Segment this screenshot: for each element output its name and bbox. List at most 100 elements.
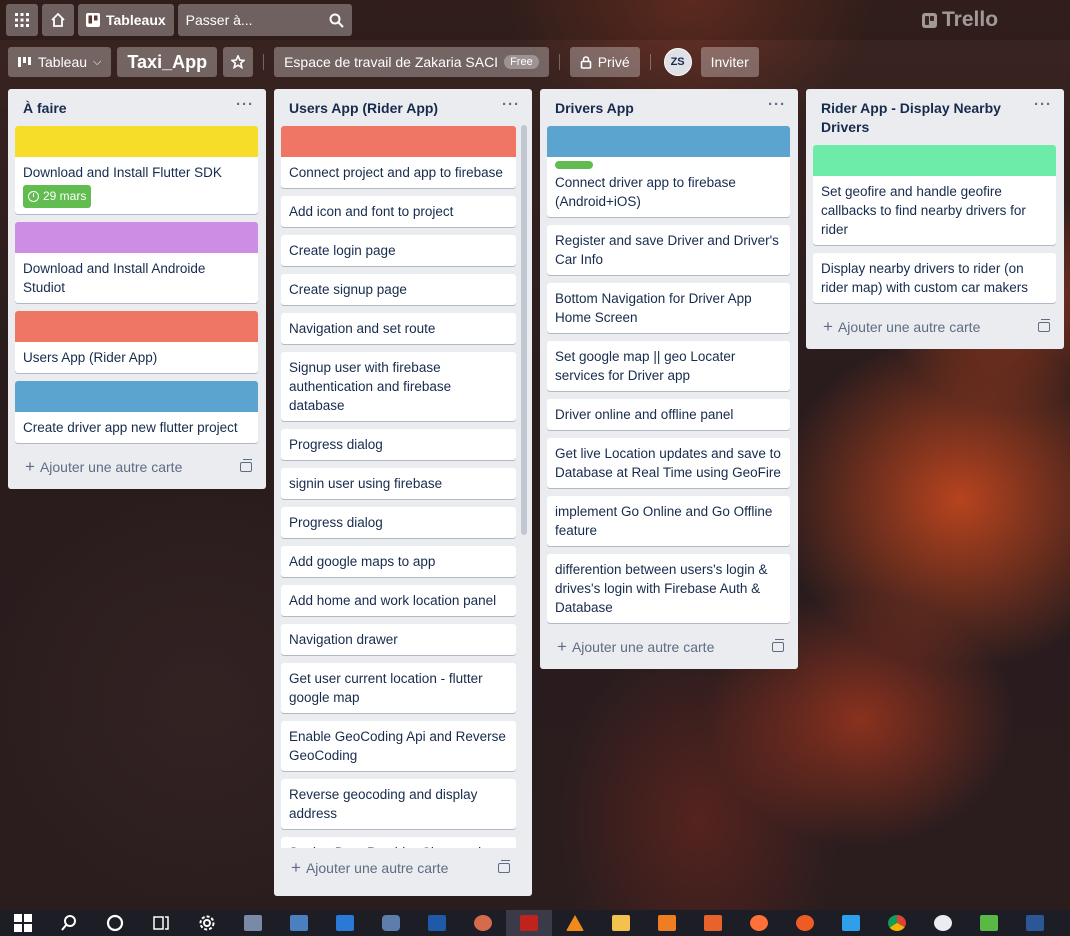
invite-button[interactable]: Inviter (700, 47, 759, 77)
vlc-icon[interactable] (552, 910, 598, 936)
boards-button[interactable]: Tableaux (78, 4, 174, 36)
powershell-icon[interactable] (414, 910, 460, 936)
card[interactable]: Get live Location updates and save to Da… (547, 438, 790, 488)
search-input[interactable]: Passer à... (177, 4, 352, 36)
trello-logo[interactable]: Trello (922, 8, 998, 32)
card[interactable]: Bottom Navigation for Driver App Home Sc… (547, 283, 790, 333)
photos-icon[interactable] (230, 910, 276, 936)
card[interactable]: Get user current location - flutter goog… (281, 663, 516, 713)
add-card-button[interactable]: + Ajouter une autre carte (15, 451, 258, 481)
card-title: signin user using firebase (289, 476, 443, 491)
workspace-label: Espace de travail de Zakaria SACI (284, 54, 499, 70)
camera-icon[interactable] (368, 910, 414, 936)
xampp-icon[interactable] (690, 910, 736, 936)
add-card-label: Ajouter une autre carte (305, 860, 449, 876)
member-avatar[interactable]: ZS (663, 48, 692, 76)
card[interactable]: Driver online and offline panel (547, 399, 790, 430)
list-scrollbar-thumb[interactable] (521, 125, 527, 535)
card[interactable]: Create login page (281, 235, 516, 266)
card[interactable]: implement Go Online and Go Offline featu… (547, 496, 790, 546)
add-card-button[interactable]: + Ajouter une autre carte (813, 311, 1056, 341)
card[interactable]: Signup user with firebase authentication… (281, 352, 516, 421)
paint-icon[interactable] (460, 910, 506, 936)
card[interactable]: Navigation and set route (281, 313, 516, 344)
more-options-icon[interactable]: ··· (1034, 95, 1052, 114)
card[interactable]: Add home and work location panel (281, 585, 516, 616)
apps-grid-button[interactable] (6, 4, 38, 36)
card[interactable]: Download and Install Androide Studiot (15, 222, 258, 303)
file-explorer-icon[interactable] (598, 910, 644, 936)
home-button[interactable] (42, 4, 74, 36)
list-header[interactable]: À faire ··· (15, 89, 258, 126)
add-card-button[interactable]: + Ajouter une autre carte (547, 631, 790, 661)
more-options-icon[interactable]: ··· (236, 95, 254, 114)
settings-gear-icon[interactable] (184, 910, 230, 936)
list-header[interactable]: Rider App - Display Nearby Drivers ··· (813, 89, 1056, 145)
task-view-icon[interactable] (138, 910, 184, 936)
network-icon[interactable] (276, 910, 322, 936)
cortana-icon[interactable] (92, 910, 138, 936)
sublime-text-icon[interactable] (644, 910, 690, 936)
card[interactable]: Download and Install Flutter SDK 29 mars (15, 126, 258, 214)
card[interactable]: Add google maps to app (281, 546, 516, 577)
word-icon[interactable] (1012, 910, 1058, 936)
card[interactable]: Enable GeoCoding Api and Reverse GeoCodi… (281, 721, 516, 771)
card[interactable]: differention between users's login & dri… (547, 554, 790, 623)
star-button[interactable] (223, 47, 254, 77)
card-title: Navigation and set route (289, 321, 436, 336)
board-view-switcher[interactable]: Tableau ⌵ (8, 47, 112, 77)
more-options-icon[interactable]: ··· (768, 95, 786, 114)
create-from-template-icon[interactable] (772, 639, 784, 652)
list-title[interactable]: À faire (23, 99, 67, 118)
list-title[interactable]: Drivers App (555, 99, 634, 118)
due-date-badge[interactable]: 29 mars (23, 185, 92, 208)
card[interactable]: Setting Data Provider Class and save Cur… (281, 837, 516, 848)
card[interactable]: Connect project and app to firebase (281, 126, 516, 188)
card[interactable]: Navigation drawer (281, 624, 516, 655)
card[interactable]: Create driver app new flutter project (15, 381, 258, 443)
app-green-icon[interactable] (966, 910, 1012, 936)
visibility-button[interactable]: Privé (569, 47, 640, 77)
card[interactable]: Reverse geocoding and display address (281, 779, 516, 829)
card-label[interactable] (555, 161, 593, 169)
list-header[interactable]: Users App (Rider App) ··· (281, 89, 519, 126)
card[interactable]: Display nearby drivers to rider (on ride… (813, 253, 1056, 303)
list-cards-scroll-area[interactable]: Connect project and app to firebase Add … (281, 126, 516, 848)
firefox-icon[interactable] (736, 910, 782, 936)
chrome-icon[interactable] (874, 910, 920, 936)
card[interactable]: Add icon and font to project (281, 196, 516, 227)
card-title: Navigation drawer (289, 632, 398, 647)
card[interactable]: Users App (Rider App) (15, 311, 258, 373)
add-card-button[interactable]: + Ajouter une autre carte (281, 852, 516, 882)
create-from-template-icon[interactable] (240, 459, 252, 472)
create-from-template-icon[interactable] (1038, 319, 1050, 332)
card[interactable]: Progress dialog (281, 507, 516, 538)
app-w-icon[interactable] (920, 910, 966, 936)
search-icon[interactable] (46, 910, 92, 936)
card[interactable]: Connect driver app to firebase (Android+… (547, 126, 790, 217)
card-title: implement Go Online and Go Offline featu… (555, 504, 773, 538)
card[interactable]: signin user using firebase (281, 468, 516, 499)
card-title: Users App (Rider App) (23, 350, 158, 365)
windows-start-icon[interactable] (0, 910, 46, 936)
list-scrollbar[interactable] (521, 125, 530, 860)
card-title: Register and save Driver and Driver's Ca… (555, 233, 779, 267)
more-options-icon[interactable]: ··· (502, 95, 520, 114)
card[interactable]: Progress dialog (281, 429, 516, 460)
list-title[interactable]: Users App (Rider App) (289, 99, 438, 118)
card[interactable]: Create signup page (281, 274, 516, 305)
card[interactable]: Set geofire and handle geofire callbacks… (813, 145, 1056, 245)
vscode-icon[interactable] (828, 910, 874, 936)
board-title[interactable]: Taxi_App (117, 47, 218, 77)
list-header[interactable]: Drivers App ··· (547, 89, 790, 126)
create-from-template-icon[interactable] (498, 860, 510, 873)
card[interactable]: Set google map || geo Locater services f… (547, 341, 790, 391)
card-title: Reverse geocoding and display address (289, 787, 478, 821)
calendar-icon[interactable] (322, 910, 368, 936)
postman-icon[interactable] (782, 910, 828, 936)
workspace-button[interactable]: Espace de travail de Zakaria SACI Free (274, 47, 549, 77)
card-title: Create driver app new flutter project (23, 420, 238, 435)
acrobat-icon[interactable] (506, 910, 552, 936)
card[interactable]: Register and save Driver and Driver's Ca… (547, 225, 790, 275)
list-title[interactable]: Rider App - Display Nearby Drivers (821, 99, 1021, 137)
